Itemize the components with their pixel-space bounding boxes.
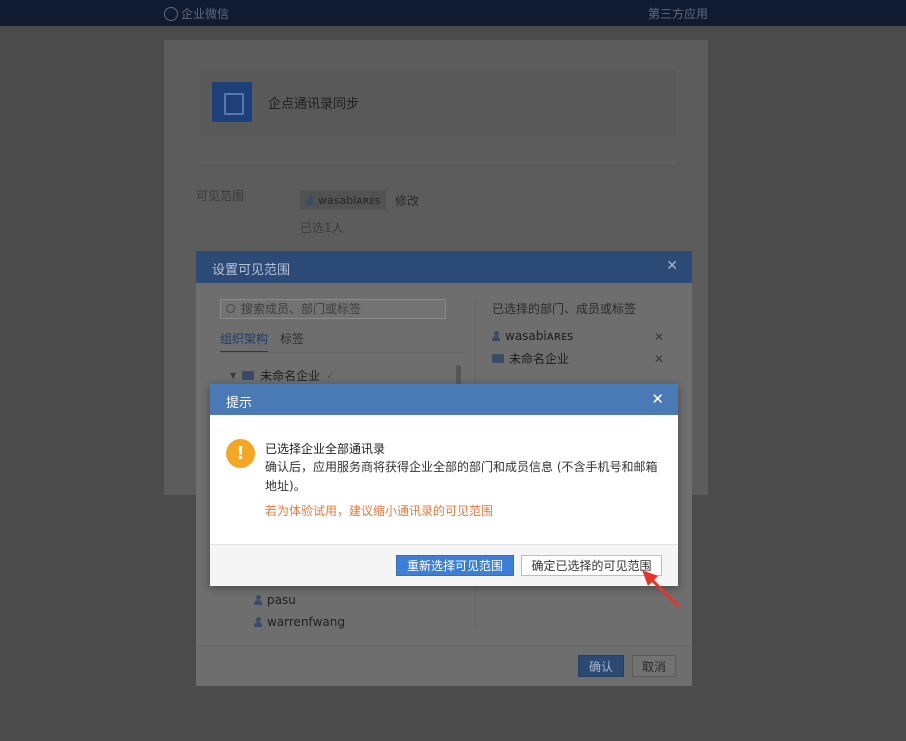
reselect-scope-button[interactable]: 重新选择可见范围	[396, 555, 514, 576]
app-name: 企点通讯录同步	[268, 97, 360, 112]
search-placeholder: 搜索成员、部门或标签	[241, 302, 362, 316]
selected-item: 未命名企业	[492, 350, 569, 367]
tab-org-structure[interactable]: 组织架构	[220, 330, 269, 353]
third-party-apps-link[interactable]: 第三方应用	[648, 5, 708, 22]
close-icon[interactable]: ✕	[666, 258, 678, 274]
dialog-title: 提示	[226, 396, 253, 411]
annotation-arrow-icon	[642, 570, 680, 608]
remove-icon[interactable]: ✕	[654, 330, 664, 344]
list-item[interactable]: pasu	[254, 593, 296, 607]
selected-item-label: wasabiᴀʀᴇs	[505, 329, 574, 343]
warning-icon: !	[226, 439, 255, 468]
modal-title: 设置可见范围	[212, 263, 291, 278]
cancel-button[interactable]: 取消	[632, 655, 676, 677]
app-logo[interactable]: 企业微信	[164, 5, 229, 22]
member-search-input[interactable]: 搜索成员、部门或标签	[220, 299, 446, 319]
list-item[interactable]: warrenfwang	[254, 615, 345, 629]
user-icon	[254, 595, 262, 605]
check-icon: ✓	[326, 369, 336, 382]
scope-user-name: wasabiᴀʀᴇs	[318, 193, 381, 207]
tab-tags[interactable]: 标签	[280, 330, 304, 353]
selected-count: 已选1人	[300, 221, 344, 235]
dialog-message: 已选择企业全部通讯录	[265, 442, 386, 456]
modal-footer-divider	[196, 645, 692, 646]
divider	[200, 162, 676, 163]
folder-icon	[492, 354, 504, 363]
member-name: warrenfwang	[267, 615, 345, 629]
selected-item-label: 未命名企业	[509, 352, 570, 366]
selected-item: wasabiᴀʀᴇs	[492, 329, 573, 343]
confirm-button[interactable]: 确认	[578, 655, 624, 677]
scrollbar[interactable]	[456, 365, 461, 385]
chat-bubble-icon	[164, 6, 178, 21]
tree-node-label: 未命名企业	[260, 369, 321, 383]
user-icon	[306, 195, 314, 205]
caret-down-icon[interactable]: ▼	[230, 371, 236, 380]
tab-divider	[220, 352, 464, 353]
confirm-dialog: 提示 ✕ ! 已选择企业全部通讯录 确认后，应用服务商将获得企业全部的部门和成员…	[210, 384, 678, 586]
dialog-footer: 重新选择可见范围 确定已选择的可见范围	[210, 544, 678, 586]
folder-icon	[242, 371, 255, 380]
close-icon[interactable]: ✕	[651, 390, 664, 408]
top-bar: 企业微信 第三方应用	[0, 0, 906, 26]
scope-user-chip: wasabiᴀʀᴇs	[300, 190, 386, 210]
selected-title: 已选择的部门、成员或标签	[492, 302, 637, 316]
dialog-tip: 若为体验试用，建议缩小通讯录的可见范围	[265, 504, 494, 518]
scope-tabs: 组织架构 标签	[220, 330, 304, 353]
logo-label: 企业微信	[181, 7, 230, 21]
edit-scope-link[interactable]: 修改	[395, 192, 419, 209]
dialog-header: 提示 ✕	[210, 384, 678, 415]
app-icon	[212, 82, 252, 122]
user-icon	[492, 331, 500, 341]
tree-node-root[interactable]: ▼ 未命名企业 ✓	[230, 367, 335, 384]
visible-scope-label: 可见范围	[196, 189, 245, 203]
modal-header: 设置可见范围 ✕	[196, 251, 692, 283]
remove-icon[interactable]: ✕	[654, 352, 664, 366]
dialog-description: 确认后，应用服务商将获得企业全部的部门和成员信息 (不含手机号和邮箱地址)。	[265, 460, 658, 493]
member-name: pasu	[267, 593, 296, 607]
user-icon	[254, 617, 262, 627]
search-icon	[226, 304, 235, 313]
